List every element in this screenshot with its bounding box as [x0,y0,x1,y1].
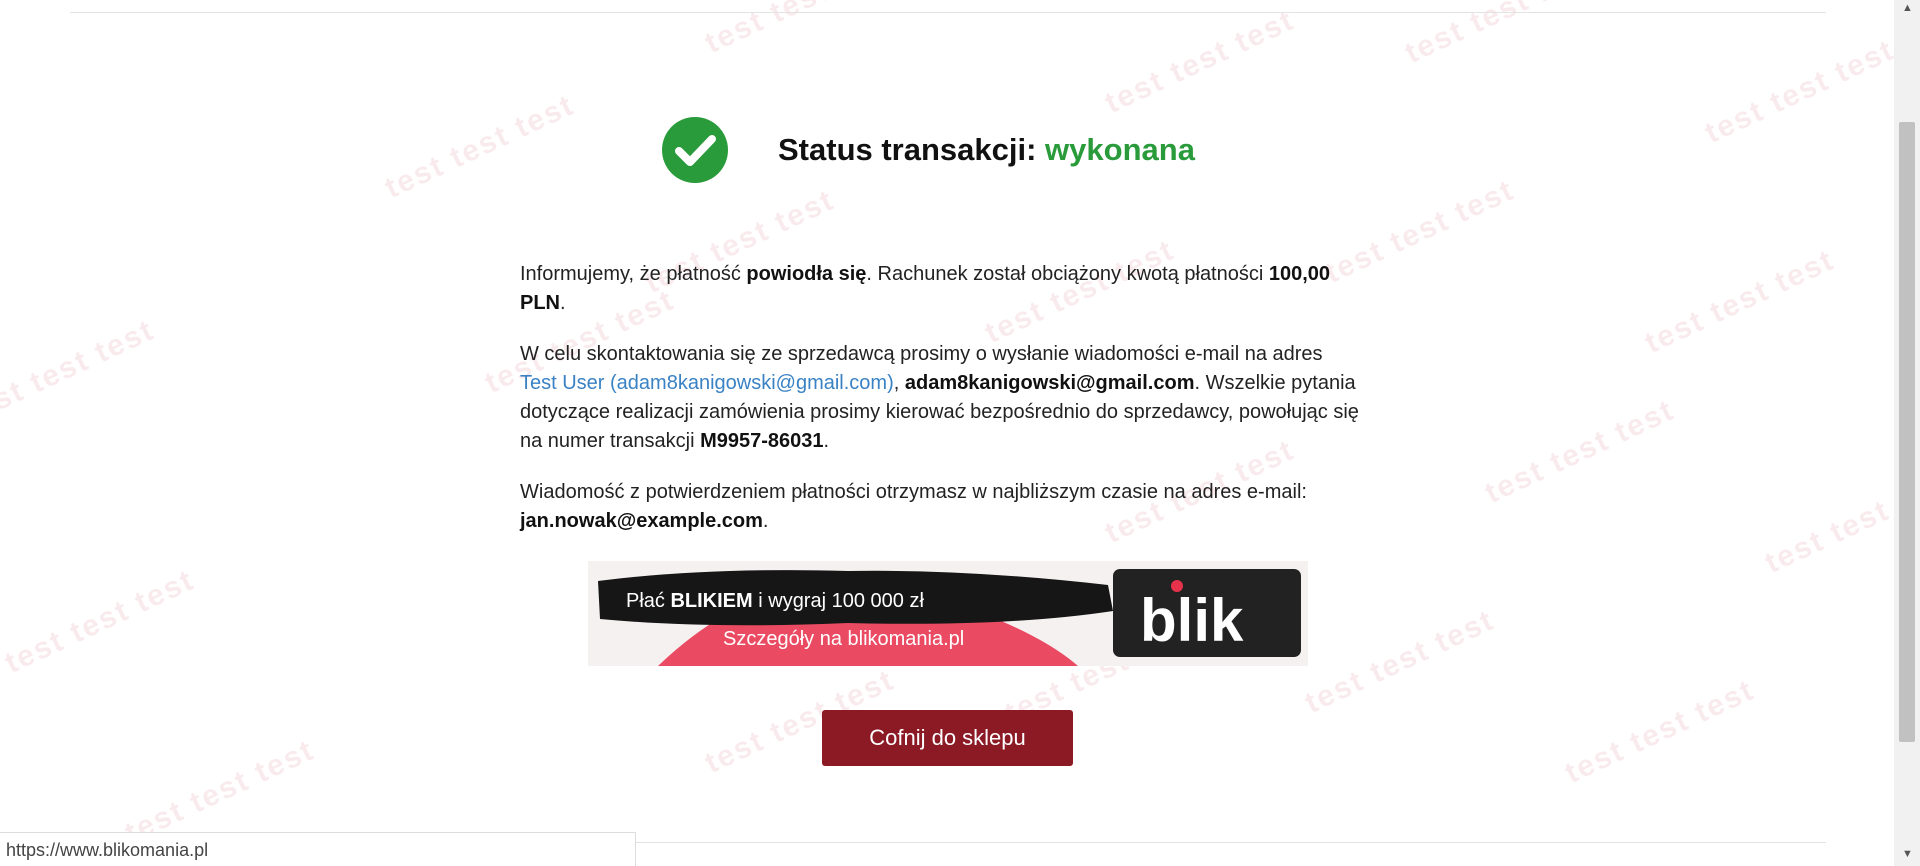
top-divider [70,12,1826,13]
confirmation-paragraph: Wiadomość z potwierdzeniem płatności otr… [520,478,1360,536]
svg-text:blik: blik [1140,587,1244,654]
status-heading: Status transakcji: wykonana [778,132,1195,168]
watermark-text: test test test [700,0,900,60]
customer-email: jan.nowak@example.com [520,510,763,532]
check-circle-icon [662,117,728,183]
blik-promo-banner[interactable]: Płać BLIKIEM i wygraj 100 000 zł Szczegó… [588,561,1308,666]
text: . [762,510,769,532]
payment-message: Informujemy, że płatność powiodła się. R… [520,260,1360,558]
status-value: wykonana [1045,132,1195,167]
banner-text-3: i wygraj 100 000 zł [753,590,925,612]
watermark-text: test test test [1400,0,1600,70]
watermark-text: test test test [1100,3,1300,120]
status-label: Status transakcji: [778,132,1046,167]
text: W celu skontaktowania się ze sprzedawcą … [520,343,1323,365]
logo-letter-l: l [1177,587,1194,654]
text: . [560,292,566,314]
svg-text:Płać BLIKIEM i wygraj 100 000: Płać BLIKIEM i wygraj 100 000 zł [626,590,924,612]
banner-text-1: Płać [626,590,670,612]
blik-logo-dot [1171,580,1183,592]
watermark-text: test test test [380,88,580,205]
watermark-text: test test test [1700,33,1900,150]
scrollbar[interactable]: ▲ ▼ [1894,0,1920,866]
payment-result: powiodła się [746,263,867,285]
scroll-down-arrow-icon[interactable]: ▼ [1902,848,1913,860]
text: Informujemy, że płatność [520,263,747,285]
banner-graphic: Płać BLIKIEM i wygraj 100 000 zł Szczegó… [588,561,1308,666]
seller-contact-paragraph: W celu skontaktowania się ze sprzedawcą … [520,340,1360,456]
logo-letter-b: b [1140,587,1177,654]
watermark-text: test test test [1640,243,1840,360]
scrollbar-thumb[interactable] [1899,122,1915,742]
banner-text-2: BLIKIEM [670,590,752,612]
banner-subtext: Szczegóły na blikomania.pl [723,628,964,650]
transaction-status: Status transakcji: wykonana [662,116,1195,184]
back-to-shop-button[interactable]: Cofnij do sklepu [822,710,1073,766]
logo-letters-ik: ik [1193,587,1244,654]
text: , [893,372,905,394]
transaction-number: M9957-86031 [700,430,824,452]
link-status-bar: https://www.blikomania.pl [0,832,636,866]
text: . Rachunek został obciążony kwotą płatno… [866,263,1269,285]
seller-email: adam8kanigowski@gmail.com [904,372,1195,394]
text: . [823,430,830,452]
watermark-text: test test test [1560,673,1760,790]
scroll-up-arrow-icon[interactable]: ▲ [1902,2,1913,14]
watermark-text: test test test [1300,603,1500,720]
watermark-text: test test test [0,313,160,430]
seller-email-link[interactable]: Test User (adam8kanigowski@gmail.com) [520,372,894,394]
text: Wiadomość z potwierdzeniem płatności otr… [520,481,1307,503]
payment-info-paragraph: Informujemy, że płatność powiodła się. R… [520,260,1360,318]
watermark-text: test test test [0,563,200,680]
watermark-text: test test test [1480,393,1680,510]
